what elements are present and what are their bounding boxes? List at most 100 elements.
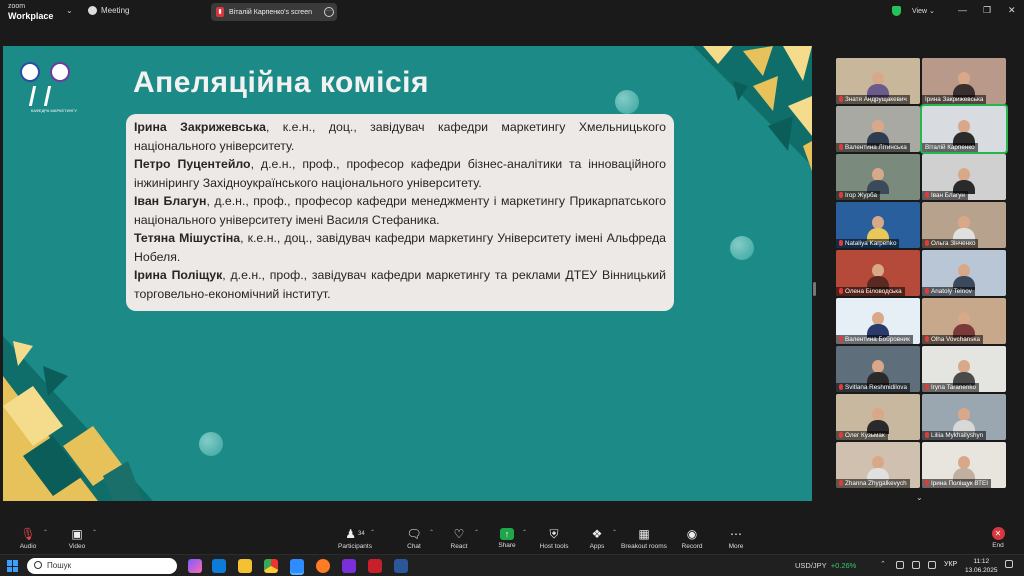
ticker-symbol: USD/JPY: [795, 561, 827, 570]
participant-tile[interactable]: Ігор Журба: [836, 154, 920, 200]
record-label: Record: [681, 543, 703, 550]
decor-bubble: [730, 236, 754, 260]
clock-date: 13.06.2025: [965, 567, 998, 574]
participant-tile[interactable]: Anatoly Telnov: [922, 250, 1006, 296]
participant-name: Zhanna Zhygalkevych: [836, 479, 910, 488]
title-bar: zoom Workplace ⌄ Meeting ▮ Віталій Карпе…: [0, 0, 1024, 24]
chevron-up-icon[interactable]: ⌃: [370, 529, 375, 536]
participants-icon: ♟ 34: [345, 527, 365, 541]
video-button[interactable]: ▣ Video ⌃: [47, 527, 107, 550]
participant-tile[interactable]: Olha Vovchanska: [922, 298, 1006, 344]
participant-name-text: Іван Благун: [931, 192, 965, 199]
participant-tile[interactable]: Олег Кузьмак: [836, 394, 920, 440]
participant-tile[interactable]: Валентина Бобровник: [836, 298, 920, 344]
minimize-icon[interactable]: —: [958, 5, 967, 15]
microphone-muted-icon: [839, 96, 843, 102]
participant-name-text: Олена Біловодська: [845, 288, 902, 295]
word-icon[interactable]: [394, 559, 408, 573]
copilot-icon[interactable]: [188, 559, 202, 573]
participant-tile[interactable]: Liliia Mykhailyshyn: [922, 394, 1006, 440]
language-indicator[interactable]: УКР: [944, 561, 957, 568]
brand-top: zoom: [8, 3, 26, 10]
edge-icon[interactable]: [212, 559, 226, 573]
system-clock[interactable]: 11:12 13.06.2025: [965, 557, 998, 575]
chevron-down-icon[interactable]: ⌄: [66, 6, 73, 15]
participant-name-text: Валентина Бобровник: [845, 336, 910, 343]
participant-tile[interactable]: Ольга Зінченко: [922, 202, 1006, 248]
gallery-scroll-down-icon[interactable]: ⌄: [916, 493, 923, 502]
view-button[interactable]: View ⌄: [912, 7, 935, 15]
participant-tile[interactable]: Іван Благун: [922, 154, 1006, 200]
member-entry: Ірина Закрижевська, к.е.н., доц., завіду…: [134, 118, 666, 155]
firefox-icon[interactable]: [316, 559, 330, 573]
zoom-app-icon[interactable]: [290, 559, 304, 573]
decor-bubble: [615, 90, 639, 114]
member-entry: Петро Пуцентейло, д.е.н., проф., професо…: [134, 155, 666, 192]
panel-resize-handle[interactable]: [813, 282, 816, 296]
end-button[interactable]: ✕ End: [968, 527, 1024, 549]
restore-icon[interactable]: ❐: [983, 5, 991, 16]
participant-tile[interactable]: Знатя Андрущакевич: [836, 58, 920, 104]
participants-count: 34: [358, 531, 365, 537]
participant-name-text: Ірина Поліщук ВТЕІ: [931, 480, 988, 487]
end-label: End: [992, 542, 1004, 549]
microphone-muted-icon: [925, 288, 929, 294]
participant-tile[interactable]: Валентина Літинська: [836, 106, 920, 152]
more-button[interactable]: ⋯ More: [706, 527, 766, 550]
more-options-icon[interactable]: ···: [324, 7, 334, 17]
participant-tile[interactable]: Nataliya Karpenko: [836, 202, 920, 248]
decor-bubble: [199, 432, 223, 456]
member-name: Ірина Поліщук: [134, 268, 223, 282]
chevron-up-icon[interactable]: ⌃: [92, 529, 97, 536]
participant-tile[interactable]: Svitlana Reshmidilova: [836, 346, 920, 392]
battery-icon[interactable]: [928, 561, 936, 569]
department-logo-caption: КАФЕДРА МАРКЕТИНГУ: [31, 108, 78, 113]
chrome-icon[interactable]: [264, 559, 278, 573]
member-desc: , д.е.н., проф., професор кафедри менедж…: [134, 194, 667, 227]
stock-ticker[interactable]: USD/JPY +0.26%: [795, 561, 856, 570]
participant-tile[interactable]: Олена Біловодська: [836, 250, 920, 296]
network-icon[interactable]: [896, 561, 904, 569]
participant-name-text: Anatoly Telnov: [931, 288, 972, 295]
share-status-icon: ▮: [216, 7, 224, 17]
microphone-muted-icon: [839, 192, 843, 198]
university-logo: [20, 62, 40, 82]
tray-expand-icon[interactable]: ⌃: [880, 560, 888, 568]
participant-tile[interactable]: Ірина Поліщук ВТЕІ: [922, 442, 1006, 488]
notifications-icon[interactable]: [1005, 560, 1013, 568]
participant-name-text: Olha Vovchanska: [931, 336, 981, 343]
participant-tile[interactable]: Віталій Карпенко: [920, 104, 1008, 154]
participant-name-text: Ігор Журба: [845, 192, 877, 199]
member-name: Ірина Закрижевська: [134, 120, 266, 134]
participant-name: Iryna Taranenko: [922, 383, 980, 392]
participant-name: Ірина Поліщук ВТЕІ: [922, 479, 991, 488]
participant-tile[interactable]: Zhanna Zhygalkevych: [836, 442, 920, 488]
video-label: Video: [68, 543, 86, 550]
participant-name: Ірина Закрижевська: [922, 95, 987, 104]
meeting-menu[interactable]: Meeting: [88, 6, 129, 15]
participant-tile[interactable]: Ірина Закрижевська: [922, 58, 1006, 104]
windows-start-icon[interactable]: [7, 560, 19, 572]
participant-name: Валентина Бобровник: [836, 335, 913, 344]
participant-name-text: Олег Кузьмак: [845, 432, 885, 439]
taskbar-search[interactable]: Пошук: [27, 558, 177, 574]
participants-button[interactable]: ♟ 34 Participants ⌃: [325, 527, 385, 550]
file-explorer-icon[interactable]: [238, 559, 252, 573]
chat-label: Chat: [407, 543, 421, 550]
department-logo: КАФЕДРА МАРКЕТИНГУ: [28, 86, 81, 113]
zoom-window: zoom Workplace ⌄ Meeting ▮ Віталій Карпе…: [0, 0, 1024, 576]
screen-share-indicator[interactable]: ▮ Віталій Карпенко's screen ···: [211, 3, 337, 21]
slide-title: Апеляційна комісія: [133, 66, 429, 99]
encryption-shield-icon[interactable]: [892, 6, 901, 16]
close-icon[interactable]: ✕: [1008, 5, 1016, 16]
speaker-icon[interactable]: [912, 561, 920, 569]
heart-icon: ♡: [453, 527, 465, 541]
participant-tile[interactable]: Iryna Taranenko: [922, 346, 1006, 392]
participant-name: Віталій Карпенко: [922, 143, 978, 152]
microphone-muted-icon: [839, 240, 843, 246]
microphone-muted-icon: 🎙: [20, 527, 36, 541]
viber-icon[interactable]: [342, 559, 356, 573]
windows-taskbar: Пошук USD/JPY +0.26% ⌃ УКР 11:12 13.06.20…: [0, 554, 1024, 576]
acrobat-icon[interactable]: [368, 559, 382, 573]
apps-icon: ❖: [591, 527, 603, 541]
